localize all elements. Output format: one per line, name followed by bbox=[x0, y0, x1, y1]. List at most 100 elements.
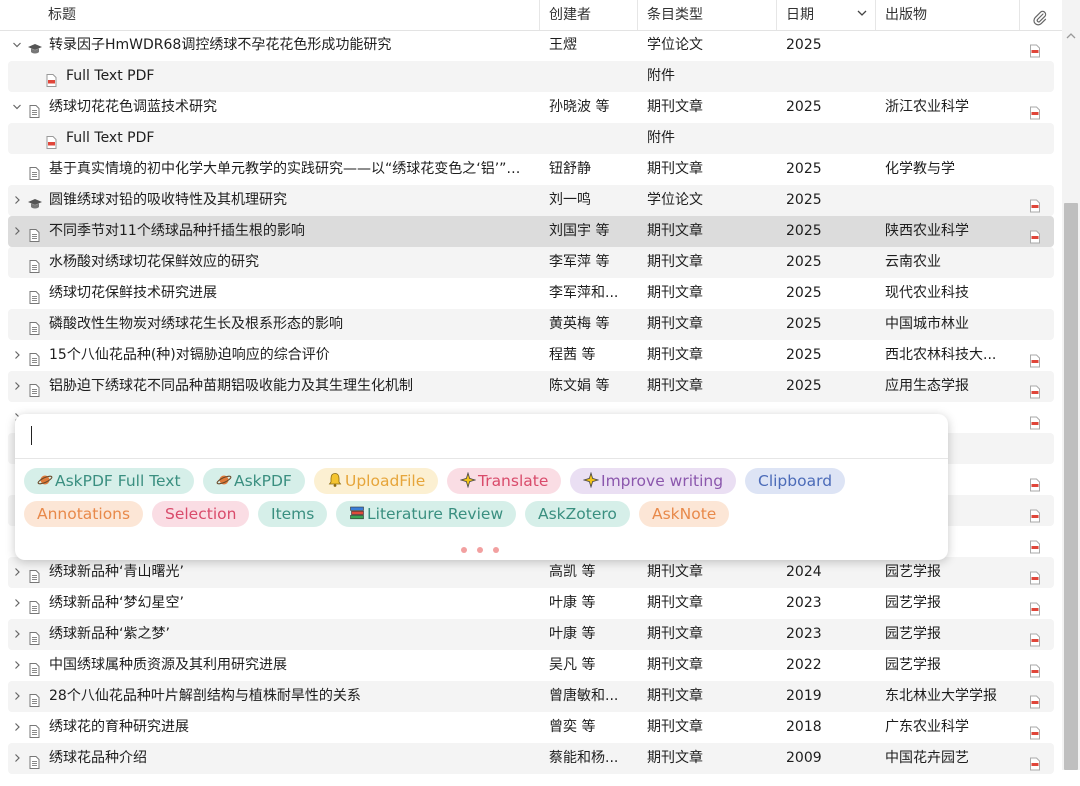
pdf-attachment-icon[interactable] bbox=[1028, 535, 1042, 554]
item-creator: 刘一鸣 bbox=[549, 192, 591, 208]
item-title: 绣球切花花色调蓝技术研究 bbox=[49, 99, 217, 115]
item-type: 期刊文章 bbox=[647, 595, 703, 611]
column-attachments[interactable] bbox=[1020, 0, 1062, 30]
scrollbar-thumb[interactable] bbox=[1064, 203, 1078, 770]
sort-down-icon bbox=[857, 0, 867, 30]
command-tag-label: AskPDF bbox=[234, 472, 292, 490]
column-item-type[interactable]: 条目类型 bbox=[638, 0, 777, 30]
command-tag-selection[interactable]: Selection bbox=[152, 501, 250, 527]
item-type: 期刊文章 bbox=[647, 719, 703, 735]
pdf-attachment-icon[interactable] bbox=[1028, 566, 1042, 585]
column-date[interactable]: 日期 bbox=[777, 0, 876, 30]
vertical-scrollbar[interactable] bbox=[1062, 0, 1080, 770]
item-row[interactable]: 水杨酸对绣球切花保鲜效应的研究 李军萍 等 期刊文章 2025 云南农业 bbox=[0, 247, 1062, 278]
item-type: 期刊文章 bbox=[647, 285, 703, 301]
item-publication: 东北林业大学学报 bbox=[885, 688, 997, 704]
item-row[interactable]: 中国绣球属种质资源及其利用研究进展 吴凡 等 期刊文章 2022 园艺学报 bbox=[0, 650, 1062, 681]
item-row[interactable]: 15个八仙花品种(种)对镉胁迫响应的综合评价 程茜 等 期刊文章 2025 西北农林科技… bbox=[0, 340, 1062, 371]
item-row[interactable]: 绣球花的育种研究进展 曾奕 等 期刊文章 2018 广东农业科学 bbox=[0, 712, 1062, 743]
item-row[interactable]: 转录因子HmWDR68调控绣球不孕花花色形成功能研究 王熤 学位论文 2025 bbox=[0, 30, 1062, 61]
pdf-attachment-icon[interactable] bbox=[1028, 473, 1042, 492]
scroll-up-icon[interactable] bbox=[1066, 32, 1076, 43]
items-tree: 转录因子HmWDR68调控绣球不孕花花色形成功能研究 王熤 学位论文 2025 Full… bbox=[0, 30, 1062, 774]
item-row[interactable]: 28个八仙花品种叶片解剖结构与植株耐旱性的关系 曾唐敏和... 期刊文章 2019 东北… bbox=[0, 681, 1062, 712]
item-row[interactable]: 基于真实情境的初中化学大单元教学的实践研究——以“绣球花变色之‘铝’”… 钮舒静 期… bbox=[0, 154, 1062, 185]
item-type: 附件 bbox=[647, 68, 675, 84]
item-row[interactable]: 绣球切花保鲜技术研究进展 李军萍和... 期刊文章 2025 现代农业科技 bbox=[0, 278, 1062, 309]
item-date bbox=[786, 123, 866, 154]
pdf-attachment-icon[interactable] bbox=[1028, 628, 1042, 647]
item-title: 绣球切花保鲜技术研究进展 bbox=[49, 285, 217, 301]
column-title[interactable]: 标题 bbox=[0, 0, 540, 30]
item-type: 期刊文章 bbox=[647, 254, 703, 270]
pdf-attachment-icon[interactable] bbox=[1028, 721, 1042, 740]
item-publication: 中国花卉园艺 bbox=[885, 750, 969, 766]
item-row[interactable]: 铝胁迫下绣球花不同品种苗期铝吸收能力及其生理生化机制 陈文娟 等 期刊文章 2025 应… bbox=[0, 371, 1062, 402]
item-type: 期刊文章 bbox=[647, 316, 703, 332]
document-icon bbox=[27, 658, 42, 676]
item-creator: 曾唐敏和... bbox=[549, 688, 619, 704]
command-tag-label: Translate bbox=[478, 472, 549, 490]
command-tag-uploadfile[interactable]: UploadFile bbox=[314, 468, 439, 494]
command-tag-clipboard[interactable]: Clipboard bbox=[745, 468, 846, 494]
chevron-right-icon[interactable] bbox=[11, 743, 23, 786]
pdf-attachment-icon[interactable] bbox=[1028, 194, 1042, 213]
pdf-attachment-icon[interactable] bbox=[1028, 101, 1042, 120]
item-date bbox=[786, 61, 866, 92]
document-icon bbox=[27, 627, 42, 645]
prompt-input[interactable] bbox=[15, 414, 948, 459]
item-type: 期刊文章 bbox=[647, 688, 703, 704]
paperclip-icon bbox=[1032, 7, 1048, 26]
item-type: 期刊文章 bbox=[647, 657, 703, 673]
command-tag-translate[interactable]: Translate bbox=[447, 468, 562, 494]
command-tag-askpdf[interactable]: AskPDF bbox=[203, 468, 305, 494]
command-tag-askzotero[interactable]: AskZotero bbox=[525, 501, 630, 527]
command-tag-label: Selection bbox=[165, 505, 237, 523]
item-row[interactable]: 绣球切花花色调蓝技术研究 孙晓波 等 期刊文章 2025 浙江农业科学 bbox=[0, 92, 1062, 123]
item-date: 2025 bbox=[786, 223, 822, 239]
document-icon bbox=[27, 596, 42, 614]
item-creator bbox=[549, 123, 627, 154]
item-row[interactable]: 圆锥绣球对铅的吸收特性及其机理研究 刘一鸣 学位论文 2025 bbox=[0, 185, 1062, 216]
pdf-attachment-icon[interactable] bbox=[1028, 380, 1042, 399]
column-publication[interactable]: 出版物 bbox=[876, 0, 1020, 30]
pdf-attachment-icon[interactable] bbox=[1028, 690, 1042, 709]
pdf-attachment-icon[interactable] bbox=[1028, 349, 1042, 368]
document-icon bbox=[27, 565, 42, 583]
item-publication: 西北农林科技大... bbox=[885, 347, 997, 363]
command-tag-askpdf-full-text[interactable]: AskPDF Full Text bbox=[24, 468, 194, 494]
item-row[interactable]: 绣球花品种介绍 蔡能和杨... 期刊文章 2009 中国花卉园艺 bbox=[0, 743, 1062, 774]
pdf-attachment-icon[interactable] bbox=[1028, 597, 1042, 616]
pdf-attachment-icon[interactable] bbox=[1028, 411, 1042, 430]
pdf-attachment-icon[interactable] bbox=[1028, 752, 1042, 771]
pdf-attachment-icon[interactable] bbox=[1028, 504, 1042, 523]
command-tag-literature-review[interactable]: Literature Review bbox=[336, 501, 517, 527]
item-publication: 园艺学报 bbox=[885, 657, 941, 673]
item-date: 2025 bbox=[786, 316, 822, 332]
command-tag-improve-writing[interactable]: Improve writing bbox=[570, 468, 737, 494]
attachment-row[interactable]: Full Text PDF 附件 bbox=[0, 61, 1062, 92]
item-publication: 化学教与学 bbox=[885, 161, 955, 177]
pdf-icon bbox=[44, 69, 59, 87]
item-title: 基于真实情境的初中化学大单元教学的实践研究——以“绣球花变色之‘铝’”… bbox=[49, 161, 521, 177]
item-row[interactable]: 绣球新品种‘青山曙光’ 高凯 等 期刊文章 2024 园艺学报 bbox=[0, 557, 1062, 588]
item-row[interactable]: 磷酸改性生物炭对绣球花生长及根系形态的影响 黄英梅 等 期刊文章 2025 中国城市林业 bbox=[0, 309, 1062, 340]
document-icon bbox=[27, 162, 42, 180]
pdf-attachment-icon[interactable] bbox=[1028, 659, 1042, 678]
pdf-attachment-icon[interactable] bbox=[1028, 225, 1042, 244]
document-icon bbox=[27, 224, 42, 242]
item-row[interactable]: 不同季节对11个绣球品种扦插生根的影响 刘国宇 等 期刊文章 2025 陕西农业科学 bbox=[0, 216, 1062, 247]
item-date: 2019 bbox=[786, 688, 822, 704]
attachment-row[interactable]: Full Text PDF 附件 bbox=[0, 123, 1062, 154]
command-tag-annotations[interactable]: Annotations bbox=[24, 501, 144, 527]
sparkle-icon bbox=[583, 472, 601, 490]
pdf-attachment-icon[interactable] bbox=[1028, 39, 1042, 58]
item-row[interactable]: 绣球新品种‘梦幻星空’ 叶康 等 期刊文章 2023 园艺学报 bbox=[0, 588, 1062, 619]
document-icon bbox=[27, 255, 42, 273]
item-publication: 浙江农业科学 bbox=[885, 99, 969, 115]
more-dots-icon[interactable] bbox=[461, 541, 509, 557]
item-row[interactable]: 绣球新品种‘紫之梦’ 叶康 等 期刊文章 2023 园艺学报 bbox=[0, 619, 1062, 650]
command-tag-items[interactable]: Items bbox=[258, 501, 328, 527]
command-tag-asknote[interactable]: AskNote bbox=[639, 501, 730, 527]
column-creator[interactable]: 创建者 bbox=[540, 0, 638, 30]
